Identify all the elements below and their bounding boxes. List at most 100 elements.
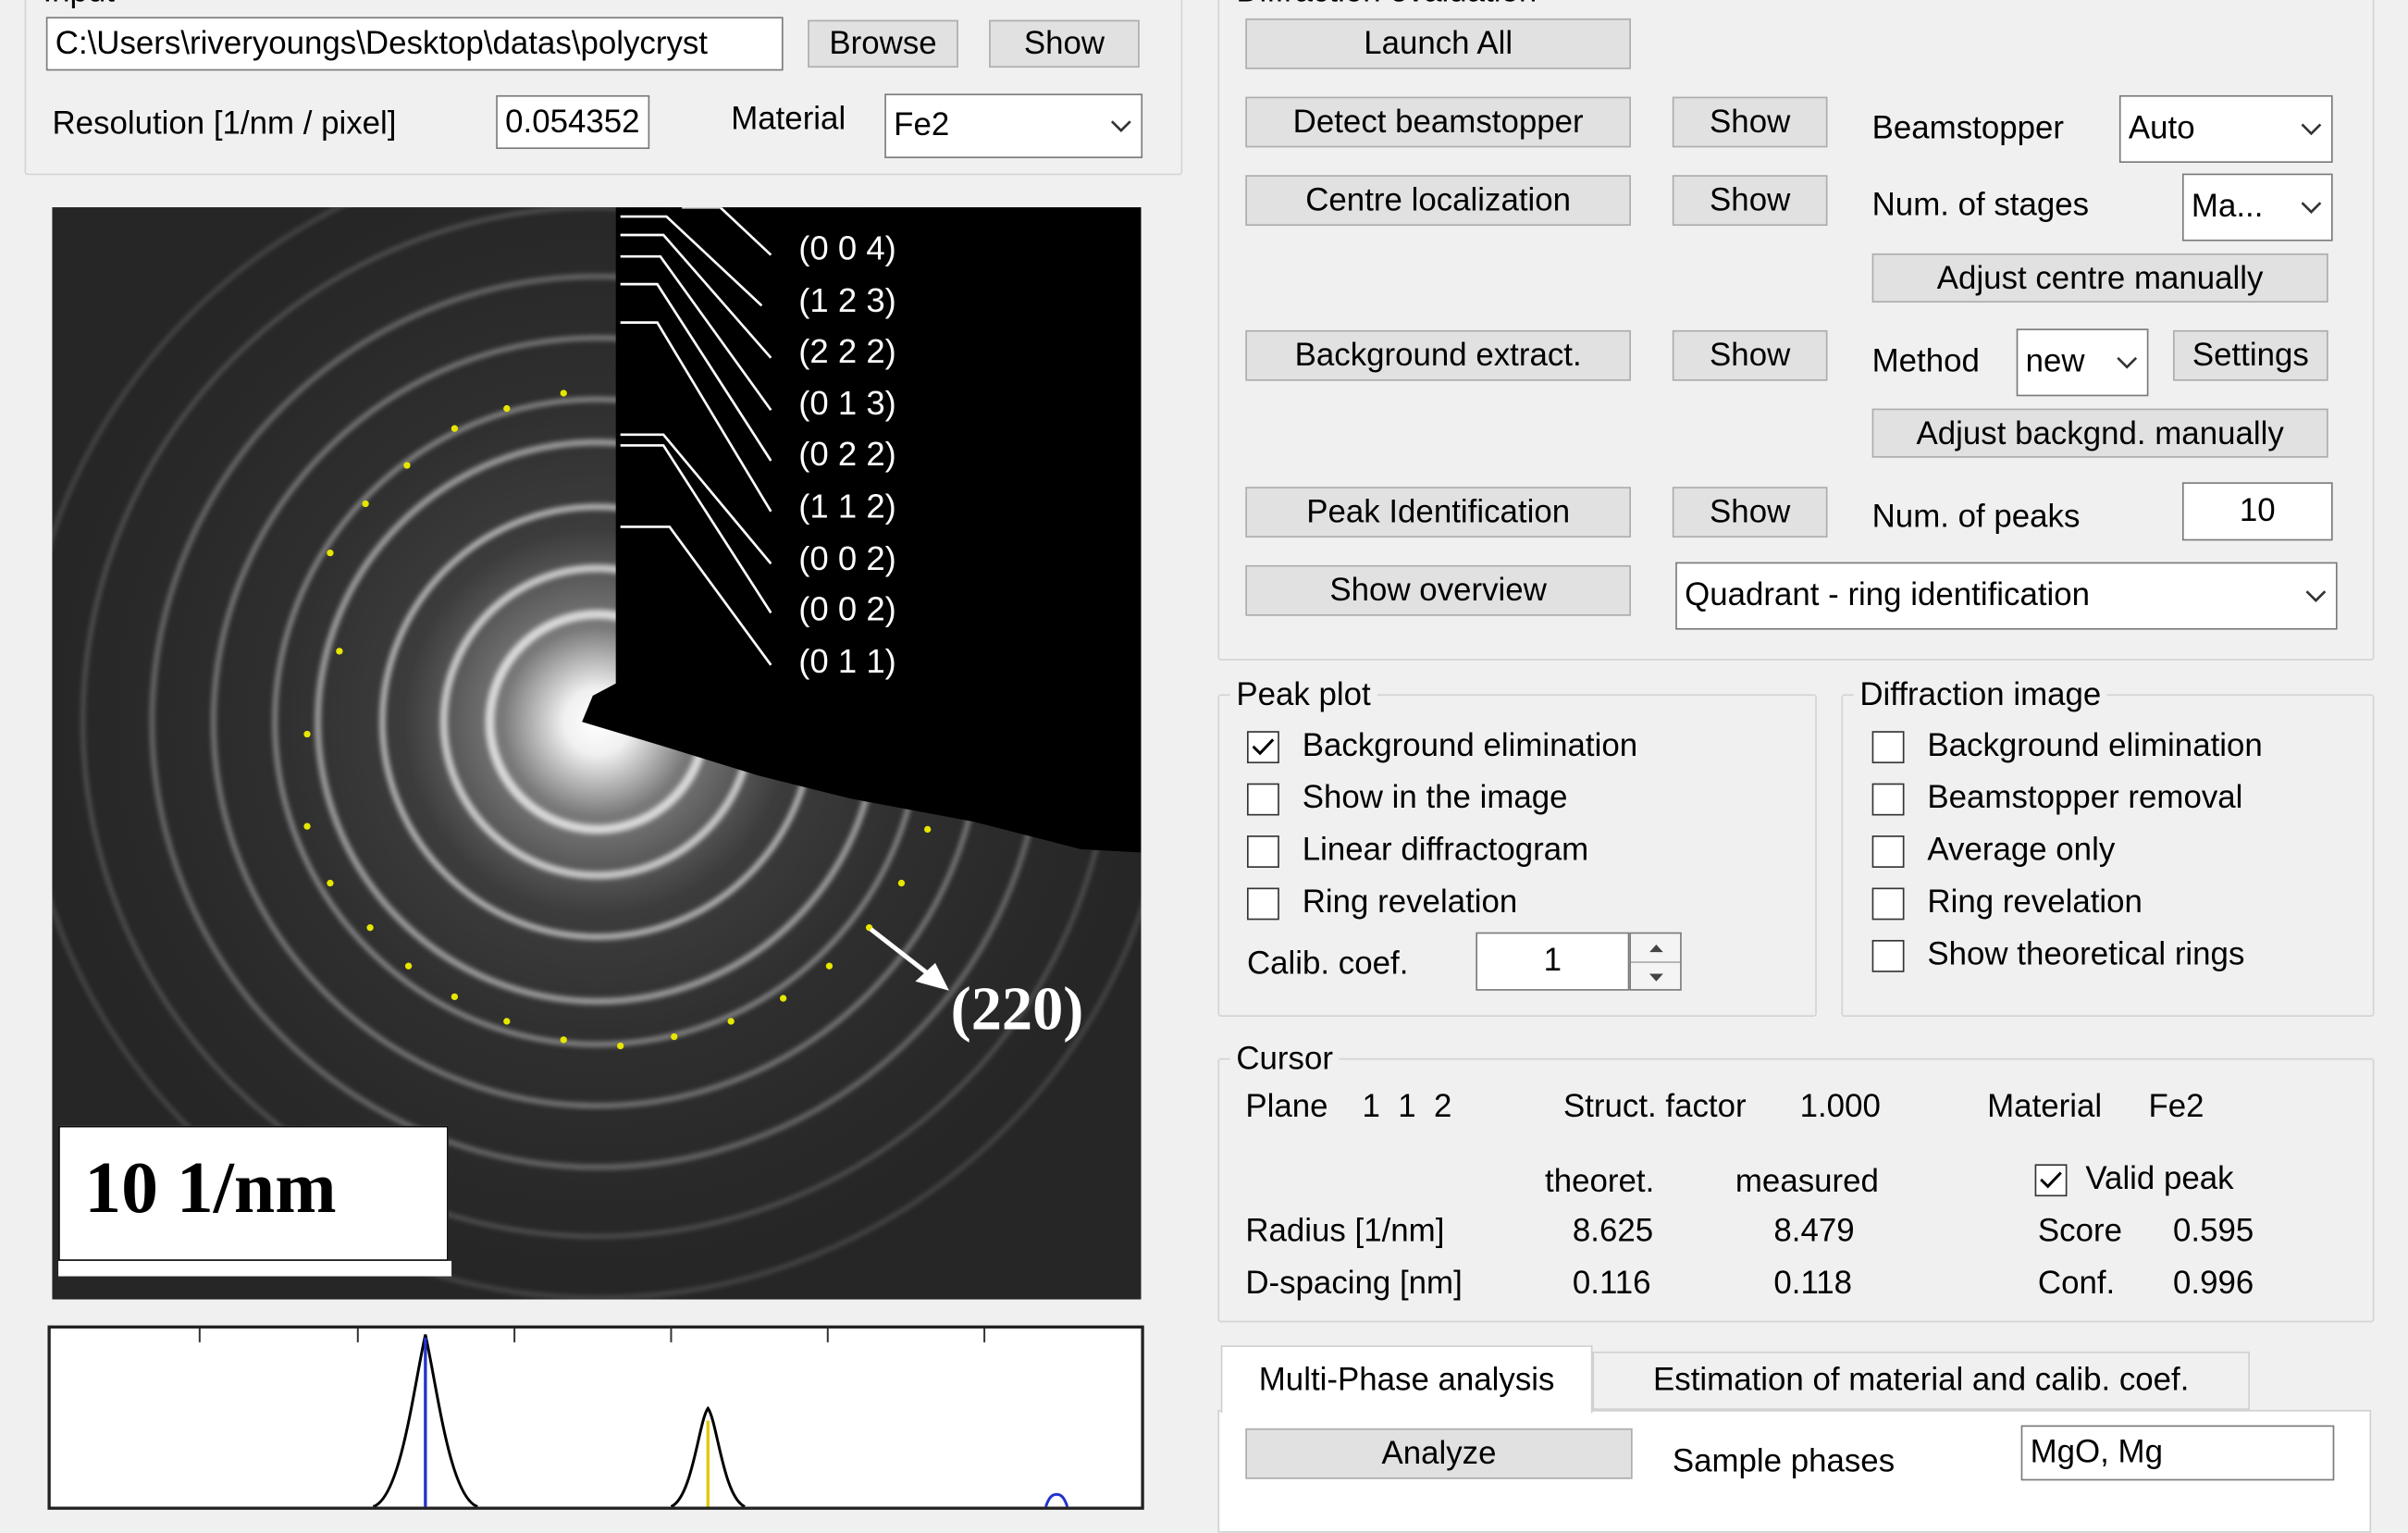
ring-dot — [560, 389, 567, 397]
conf-label: Conf. — [2037, 1265, 2116, 1302]
image-ring-revelation-checkbox[interactable]: Ring revelation — [1871, 884, 2143, 921]
checkbox-label: Show theoretical rings — [1927, 936, 2245, 972]
ring-dot — [362, 500, 369, 508]
peak-background-elimination-checkbox[interactable]: Background elimination — [1246, 728, 1637, 765]
ring-dot — [503, 1018, 511, 1025]
checkbox-label: Beamstopper removal — [1927, 780, 2243, 816]
show-background-button[interactable]: Show — [1672, 329, 1828, 381]
beamstopper-select[interactable]: Auto — [2118, 94, 2333, 163]
beamstopper-removal-checkbox[interactable]: Beamstopper removal — [1871, 780, 2243, 817]
checkbox-box — [1246, 782, 1279, 815]
analyze-button[interactable]: Analyze — [1245, 1428, 1633, 1479]
stages-select[interactable]: Ma... — [2181, 173, 2333, 241]
ring-dot — [403, 462, 411, 469]
show-input-button[interactable]: Show — [989, 19, 1140, 68]
adjust-background-button[interactable]: Adjust backgnd. manually — [1871, 408, 2328, 458]
checkbox-box — [1871, 834, 1905, 868]
ring-dot — [327, 549, 334, 557]
dspacing-measured-value: 0.118 — [1773, 1265, 1853, 1302]
resolution-input[interactable]: 0.054352 — [496, 94, 650, 150]
peaks-input[interactable]: 10 — [2181, 482, 2333, 541]
ring-dot — [303, 822, 311, 830]
method-select[interactable]: new — [2016, 328, 2149, 397]
spinner-up-icon[interactable] — [1631, 933, 1681, 963]
material-select-value: Fe2 — [894, 107, 950, 143]
hkl-label: (0 0 2) — [798, 589, 896, 629]
material-select[interactable]: Fe2 — [884, 93, 1143, 158]
struct-factor-value: 1.000 — [1799, 1088, 1881, 1125]
launch-all-button[interactable]: Launch All — [1245, 18, 1632, 69]
ring-dot — [617, 1042, 624, 1050]
checkbox-box — [2034, 1163, 2068, 1196]
checkbox-box — [1871, 730, 1905, 763]
checkbox-box — [1871, 782, 1905, 815]
checkmark-icon — [1252, 738, 1275, 756]
chevron-down-icon — [2107, 355, 2147, 369]
checkbox-label: Linear diffractogram — [1302, 832, 1589, 868]
checkbox-label: Valid peak — [2085, 1161, 2234, 1197]
dspacing-label: D-spacing [nm] — [1245, 1265, 1463, 1302]
ring-dot — [924, 825, 932, 834]
plane-value: 1 1 2 — [1362, 1088, 1452, 1125]
adjust-centre-button[interactable]: Adjust centre manually — [1871, 253, 2328, 303]
radius-measured-value: 8.479 — [1773, 1213, 1855, 1249]
checkbox-box — [1871, 886, 1905, 920]
peak-curve-small — [1044, 1492, 1069, 1507]
centre-localization-button[interactable]: Centre localization — [1245, 175, 1632, 227]
scale-bar-box: 10 1/nm — [58, 1125, 449, 1261]
score-value: 0.595 — [2173, 1213, 2254, 1249]
chevron-down-icon — [2291, 201, 2331, 215]
show-peaks-button[interactable]: Show — [1672, 487, 1828, 538]
cursor-material-label: Material — [1987, 1088, 2103, 1125]
ring-dot — [503, 404, 511, 413]
peak-identification-button[interactable]: Peak Identification — [1245, 487, 1632, 538]
show-in-image-checkbox[interactable]: Show in the image — [1246, 780, 1568, 817]
hkl-label-list: (0 0 4) (1 2 3) (2 2 2) (0 1 3) (0 2 2) … — [798, 229, 896, 693]
diffraction-image[interactable]: (0 0 4) (1 2 3) (2 2 2) (0 1 3) (0 2 2) … — [52, 207, 1142, 1300]
show-overview-button[interactable]: Show overview — [1245, 564, 1632, 616]
overview-select[interactable]: Quadrant - ring identification — [1675, 562, 2338, 630]
spinner-down-icon[interactable] — [1631, 963, 1680, 991]
hkl-label: (0 2 2) — [798, 435, 896, 474]
checkbox-label: Background elimination — [1927, 727, 2263, 764]
ring-dot — [404, 962, 413, 970]
cursor-title: Cursor — [1229, 1039, 1340, 1081]
valid-peak-checkbox[interactable]: Valid peak — [2034, 1161, 2234, 1198]
struct-factor-label: Struct. factor — [1562, 1088, 1747, 1125]
settings-button[interactable]: Settings — [2173, 329, 2328, 381]
image-background-elimination-checkbox[interactable]: Background elimination — [1871, 727, 2263, 765]
beamstopper-select-value: Auto — [2128, 110, 2195, 146]
show-beamstopper-button[interactable]: Show — [1672, 96, 1828, 148]
calib-coef-spinner[interactable] — [1629, 932, 1682, 991]
resolution-label: Resolution [1/nm / pixel] — [52, 105, 397, 142]
tab-multi-phase-analysis[interactable]: Multi-Phase analysis — [1220, 1345, 1593, 1414]
ring-dot — [897, 879, 906, 887]
dspacing-theoret-value: 0.116 — [1572, 1265, 1651, 1302]
checkbox-box — [1871, 939, 1905, 971]
hkl-label: (1 1 2) — [798, 487, 896, 525]
radius-theoret-value: 8.625 — [1572, 1213, 1654, 1249]
chevron-down-icon — [2291, 122, 2331, 136]
sample-phases-input[interactable]: MgO, Mg — [2020, 1425, 2335, 1481]
ring-dot — [727, 1018, 735, 1025]
show-theoretical-rings-checkbox[interactable]: Show theoretical rings — [1871, 936, 2245, 974]
hkl-label: (0 0 2) — [798, 538, 896, 577]
score-label: Score — [2037, 1213, 2122, 1249]
browse-button[interactable]: Browse — [808, 19, 958, 68]
material-label: Material — [731, 101, 846, 137]
calib-coef-input[interactable]: 1 — [1476, 932, 1630, 991]
average-only-checkbox[interactable]: Average only — [1871, 833, 2115, 870]
stages-select-value: Ma... — [2191, 189, 2264, 225]
conf-value: 0.996 — [2173, 1265, 2254, 1302]
theoret-header: theoret. — [1545, 1164, 1655, 1200]
show-centre-button[interactable]: Show — [1672, 175, 1828, 227]
peak-plot[interactable] — [47, 1325, 1144, 1510]
checkbox-box — [1246, 730, 1279, 763]
file-path-input[interactable]: C:\Users\riveryoungs\Desktop\datas\polyc… — [45, 17, 784, 71]
background-extract-button[interactable]: Background extract. — [1245, 329, 1632, 381]
linear-diffractogram-checkbox[interactable]: Linear diffractogram — [1246, 832, 1589, 870]
peak-ring-revelation-checkbox[interactable]: Ring revelation — [1246, 884, 1517, 921]
detect-beamstopper-button[interactable]: Detect beamstopper — [1245, 96, 1632, 148]
tab-estimation[interactable]: Estimation of material and calib. coef. — [1592, 1351, 2251, 1410]
ring-dot — [671, 1032, 678, 1041]
